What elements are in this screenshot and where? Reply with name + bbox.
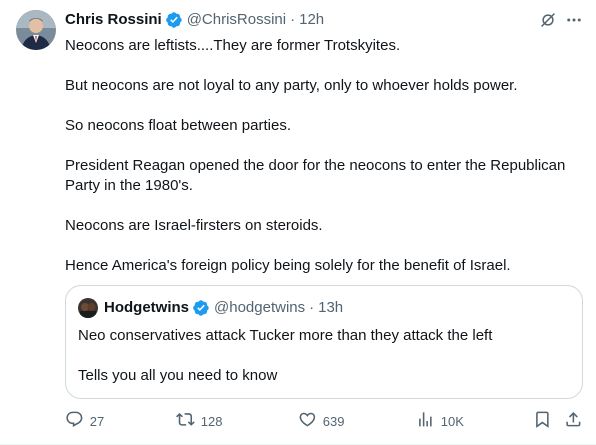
tweet-actions: 27 128 639 10K bbox=[65, 410, 584, 432]
retweet-button[interactable]: 128 bbox=[176, 410, 222, 432]
quoted-tweet-time[interactable]: 13h bbox=[318, 298, 343, 318]
author-avatar[interactable] bbox=[16, 10, 56, 50]
bookmark-icon bbox=[533, 410, 552, 432]
tweet[interactable]: Chris Rossini @ChrisRossini · 12h Neocon… bbox=[0, 0, 596, 445]
author-handle[interactable]: @ChrisRossini bbox=[187, 10, 286, 30]
more-icon[interactable] bbox=[564, 10, 584, 30]
tweet-paragraph: Neocons are leftists....They are former … bbox=[65, 37, 401, 54]
share-icon bbox=[564, 410, 583, 432]
like-button[interactable]: 639 bbox=[298, 410, 344, 432]
tweet-time[interactable]: 12h bbox=[299, 10, 324, 30]
reply-icon bbox=[65, 410, 84, 432]
tweet-paragraph: But neocons are not loyal to any party, … bbox=[65, 77, 518, 94]
bookmark-button[interactable] bbox=[533, 410, 552, 432]
tweet-paragraph: Hence America's foreign policy being sol… bbox=[65, 257, 511, 274]
retweet-count: 128 bbox=[200, 413, 223, 429]
tweet-paragraph: Neocons are Israel-firsters on steroids. bbox=[65, 217, 323, 234]
like-icon bbox=[298, 410, 317, 432]
share-button[interactable] bbox=[564, 410, 583, 432]
views-count: 10K bbox=[440, 413, 464, 429]
quoted-tweet-header: Hodgetwins @hodgetwins · 13h bbox=[78, 298, 570, 318]
grok-icon[interactable] bbox=[538, 10, 558, 30]
quoted-author-handle[interactable]: @hodgetwins bbox=[214, 298, 305, 318]
verified-badge-icon bbox=[192, 299, 210, 317]
separator-dot: · bbox=[309, 299, 315, 316]
quoted-paragraph: Neo conservatives attack Tucker more tha… bbox=[78, 327, 493, 344]
retweet-icon bbox=[176, 410, 195, 432]
reply-button[interactable]: 27 bbox=[65, 410, 104, 432]
separator-dot: · bbox=[290, 11, 296, 28]
views-button[interactable]: 10K bbox=[416, 410, 464, 432]
quoted-paragraph: Tells you all you need to know bbox=[78, 367, 278, 384]
reply-count: 27 bbox=[89, 413, 105, 429]
quoted-tweet-text: Neo conservatives attack Tucker more tha… bbox=[78, 326, 570, 386]
verified-badge-icon bbox=[165, 11, 183, 29]
views-icon bbox=[416, 410, 435, 432]
tweet-text: Neocons are leftists....They are former … bbox=[65, 36, 584, 276]
like-count: 639 bbox=[322, 413, 345, 429]
author-name[interactable]: Chris Rossini bbox=[65, 10, 162, 30]
quoted-author-name[interactable]: Hodgetwins bbox=[104, 298, 189, 318]
quoted-tweet[interactable]: Hodgetwins @hodgetwins · 13h Neo conserv… bbox=[65, 285, 583, 399]
tweet-paragraph: So neocons float between parties. bbox=[65, 117, 291, 134]
tweet-paragraph: President Reagan opened the door for the… bbox=[65, 157, 566, 194]
tweet-header: Chris Rossini @ChrisRossini · 12h bbox=[65, 10, 584, 30]
quoted-author-avatar[interactable] bbox=[78, 298, 98, 318]
